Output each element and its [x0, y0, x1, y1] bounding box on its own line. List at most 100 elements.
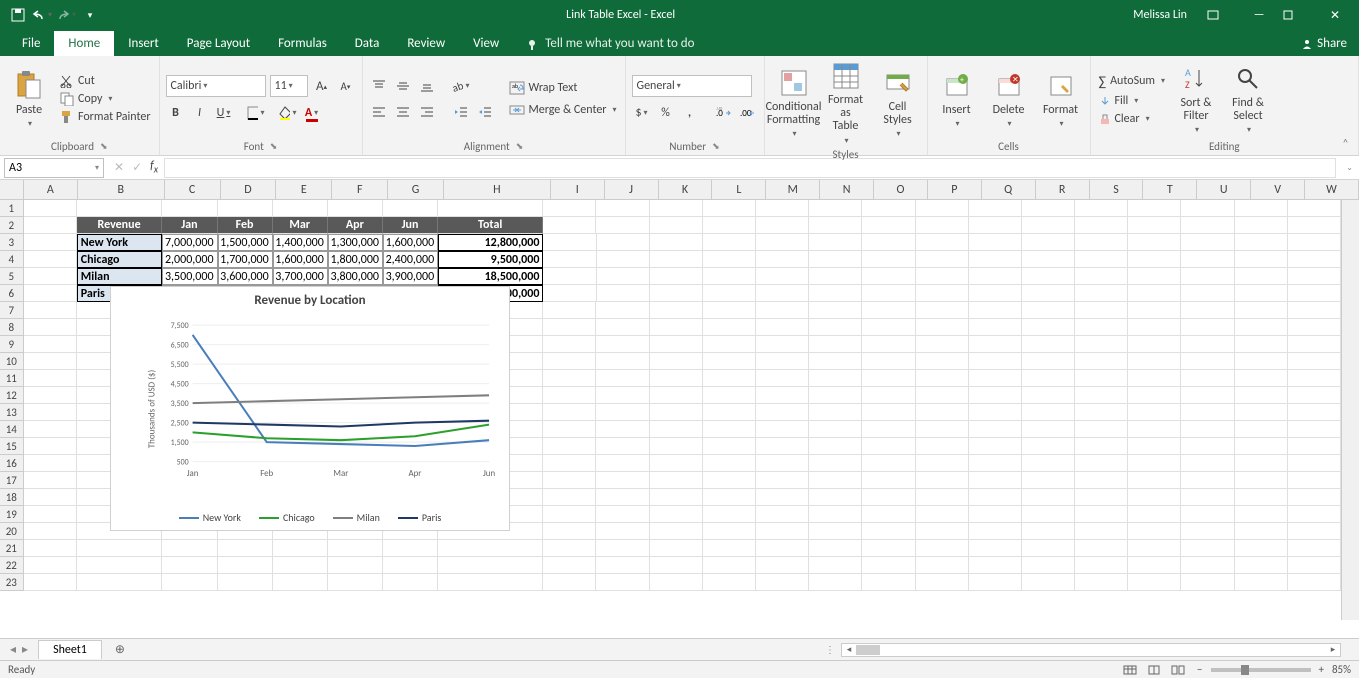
cell[interactable] [756, 455, 809, 472]
decrease-indent-icon[interactable] [451, 102, 471, 122]
cell[interactable] [1288, 319, 1341, 336]
save-icon[interactable] [8, 5, 28, 25]
merge-center-button[interactable]: Merge & Center [507, 102, 619, 118]
cell[interactable] [1235, 285, 1288, 302]
cell[interactable] [703, 370, 756, 387]
cell[interactable] [650, 438, 703, 455]
font-color-button[interactable]: A [302, 103, 322, 123]
cell[interactable] [703, 302, 756, 319]
cell[interactable] [1181, 217, 1234, 234]
align-center-icon[interactable] [393, 102, 413, 122]
row-header[interactable]: 6 [0, 285, 24, 302]
cell[interactable] [596, 557, 649, 574]
cell[interactable] [1235, 200, 1288, 217]
row-header[interactable]: 12 [0, 387, 24, 404]
cell[interactable] [703, 506, 756, 523]
column-header[interactable]: W [1305, 180, 1359, 199]
cell[interactable] [1128, 387, 1181, 404]
cell[interactable] [543, 251, 596, 268]
column-header[interactable]: I [551, 180, 605, 199]
alignment-dialog-launcher[interactable]: ⬊ [516, 141, 524, 152]
cell[interactable] [650, 302, 703, 319]
row-header[interactable]: 11 [0, 370, 24, 387]
cell[interactable] [703, 438, 756, 455]
cell[interactable] [862, 523, 915, 540]
cell[interactable] [916, 523, 969, 540]
cell[interactable] [1075, 472, 1128, 489]
cell[interactable] [1288, 506, 1341, 523]
cell[interactable] [650, 251, 703, 268]
cell[interactable] [1235, 234, 1288, 251]
cell[interactable] [1181, 234, 1234, 251]
cell[interactable] [162, 574, 217, 591]
cell[interactable] [862, 234, 915, 251]
maximize-icon[interactable] [1283, 10, 1311, 20]
cell[interactable]: Jan [162, 217, 217, 234]
cell[interactable] [383, 574, 438, 591]
cell[interactable] [1022, 557, 1075, 574]
cell[interactable] [596, 336, 649, 353]
cell[interactable] [543, 268, 596, 285]
cell[interactable] [596, 574, 649, 591]
align-right-icon[interactable] [417, 102, 437, 122]
cell[interactable] [1288, 387, 1341, 404]
autosum-button[interactable]: ∑AutoSum [1097, 72, 1167, 91]
cell[interactable] [1022, 200, 1075, 217]
cell[interactable] [703, 574, 756, 591]
cell[interactable] [1022, 234, 1075, 251]
cell[interactable] [756, 472, 809, 489]
cell[interactable] [809, 472, 862, 489]
cell[interactable] [1235, 268, 1288, 285]
cell[interactable] [24, 285, 77, 302]
row-header[interactable]: 19 [0, 506, 24, 523]
cell[interactable] [1022, 370, 1075, 387]
cell[interactable] [596, 319, 649, 336]
cell[interactable] [1288, 268, 1341, 285]
cell[interactable] [1128, 285, 1181, 302]
cell[interactable] [1288, 421, 1341, 438]
cell[interactable] [703, 387, 756, 404]
formula-input[interactable] [164, 158, 1336, 178]
cell[interactable] [596, 506, 649, 523]
cell[interactable] [756, 438, 809, 455]
cell[interactable] [969, 234, 1022, 251]
column-header[interactable]: P [928, 180, 982, 199]
cell[interactable] [1075, 506, 1128, 523]
cell[interactable] [1022, 540, 1075, 557]
cell[interactable] [650, 574, 703, 591]
cell[interactable] [328, 200, 383, 217]
cell[interactable] [596, 404, 649, 421]
column-header[interactable]: S [1090, 180, 1144, 199]
cell[interactable] [650, 285, 703, 302]
cell[interactable]: 3,900,000 [383, 268, 438, 285]
cell[interactable] [809, 268, 862, 285]
cell[interactable] [1022, 251, 1075, 268]
clear-button[interactable]: Clear [1097, 111, 1167, 127]
cell[interactable] [24, 234, 77, 251]
cancel-formula-icon[interactable]: ✕ [114, 160, 124, 175]
cell[interactable] [756, 404, 809, 421]
cell[interactable] [756, 200, 809, 217]
cell[interactable] [1128, 302, 1181, 319]
cell[interactable] [1235, 336, 1288, 353]
cell[interactable] [24, 353, 77, 370]
collapse-ribbon-icon[interactable]: ^ [1343, 136, 1348, 149]
cell[interactable] [24, 336, 77, 353]
cell[interactable] [1288, 574, 1341, 591]
cell[interactable]: 2,000,000 [162, 251, 217, 268]
cell[interactable] [218, 557, 273, 574]
tab-formulas[interactable]: Formulas [264, 31, 341, 56]
cell[interactable] [543, 319, 596, 336]
cell[interactable] [1075, 574, 1128, 591]
cell[interactable] [809, 319, 862, 336]
cell[interactable] [862, 336, 915, 353]
cell[interactable] [703, 217, 756, 234]
cell[interactable] [1075, 251, 1128, 268]
row-header[interactable]: 2 [0, 217, 24, 234]
cell[interactable] [1235, 370, 1288, 387]
cell[interactable] [1181, 540, 1234, 557]
clipboard-dialog-launcher[interactable]: ⬊ [100, 141, 108, 152]
fill-button[interactable]: Fill [1097, 93, 1167, 109]
cell[interactable] [1235, 540, 1288, 557]
align-left-icon[interactable] [369, 102, 389, 122]
